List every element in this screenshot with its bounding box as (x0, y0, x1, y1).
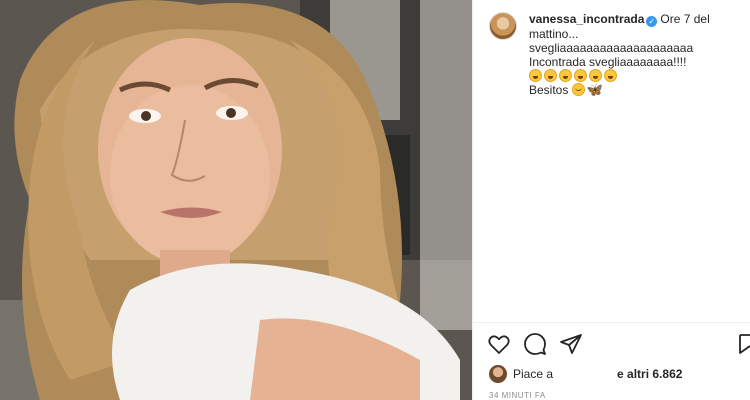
action-bar (487, 332, 595, 356)
liker-avatar[interactable] (489, 365, 507, 383)
butterfly-icon: 🦋 (586, 82, 603, 97)
post-photo[interactable] (0, 0, 472, 400)
heart-icon[interactable] (487, 332, 511, 356)
bookmark-icon[interactable] (738, 332, 750, 356)
likes-prefix: Piace a (513, 367, 554, 381)
post-timestamp: 34 MINUTI FA (489, 391, 546, 400)
actions-divider (473, 322, 750, 323)
likes-row: Piace a e altri 6.862 (489, 365, 689, 383)
caption-line-3: Incontrada svegliaaaaaaaa!!!! (529, 55, 687, 69)
verified-badge-icon: ✓ (646, 16, 658, 27)
selfie-image (0, 0, 472, 400)
grinning-face-icon (604, 69, 617, 82)
smiling-face-icon (571, 83, 585, 96)
besitos-text: Besitos (529, 83, 569, 97)
grinning-face-icon (559, 69, 572, 82)
instagram-post: vanessa_incontrada ✓ Ore 7 del mattino... … (0, 0, 750, 400)
likes-count-link[interactable]: e altri 6.862 (617, 367, 682, 381)
grinning-face-icon (544, 69, 557, 82)
profile-avatar[interactable] (489, 12, 517, 40)
grinning-face-icon (529, 69, 542, 82)
post-sidebar: vanessa_incontrada ✓ Ore 7 del mattino... … (472, 0, 750, 400)
caption-line-4: Besitos 🦋 (529, 82, 741, 98)
caption-block: vanessa_incontrada ✓ Ore 7 del mattino... … (489, 12, 742, 97)
grinning-face-icon (589, 69, 602, 82)
caption-line-2: svegliaaaaaaaaaaaaaaaaaaaa (529, 41, 694, 55)
comment-icon[interactable] (523, 332, 547, 356)
emoji-row (529, 69, 741, 83)
caption-text: vanessa_incontrada ✓ Ore 7 del mattino... … (529, 12, 741, 97)
grinning-face-icon (574, 69, 587, 82)
username-link[interactable]: vanessa_incontrada (529, 12, 644, 26)
send-icon[interactable] (559, 332, 583, 356)
